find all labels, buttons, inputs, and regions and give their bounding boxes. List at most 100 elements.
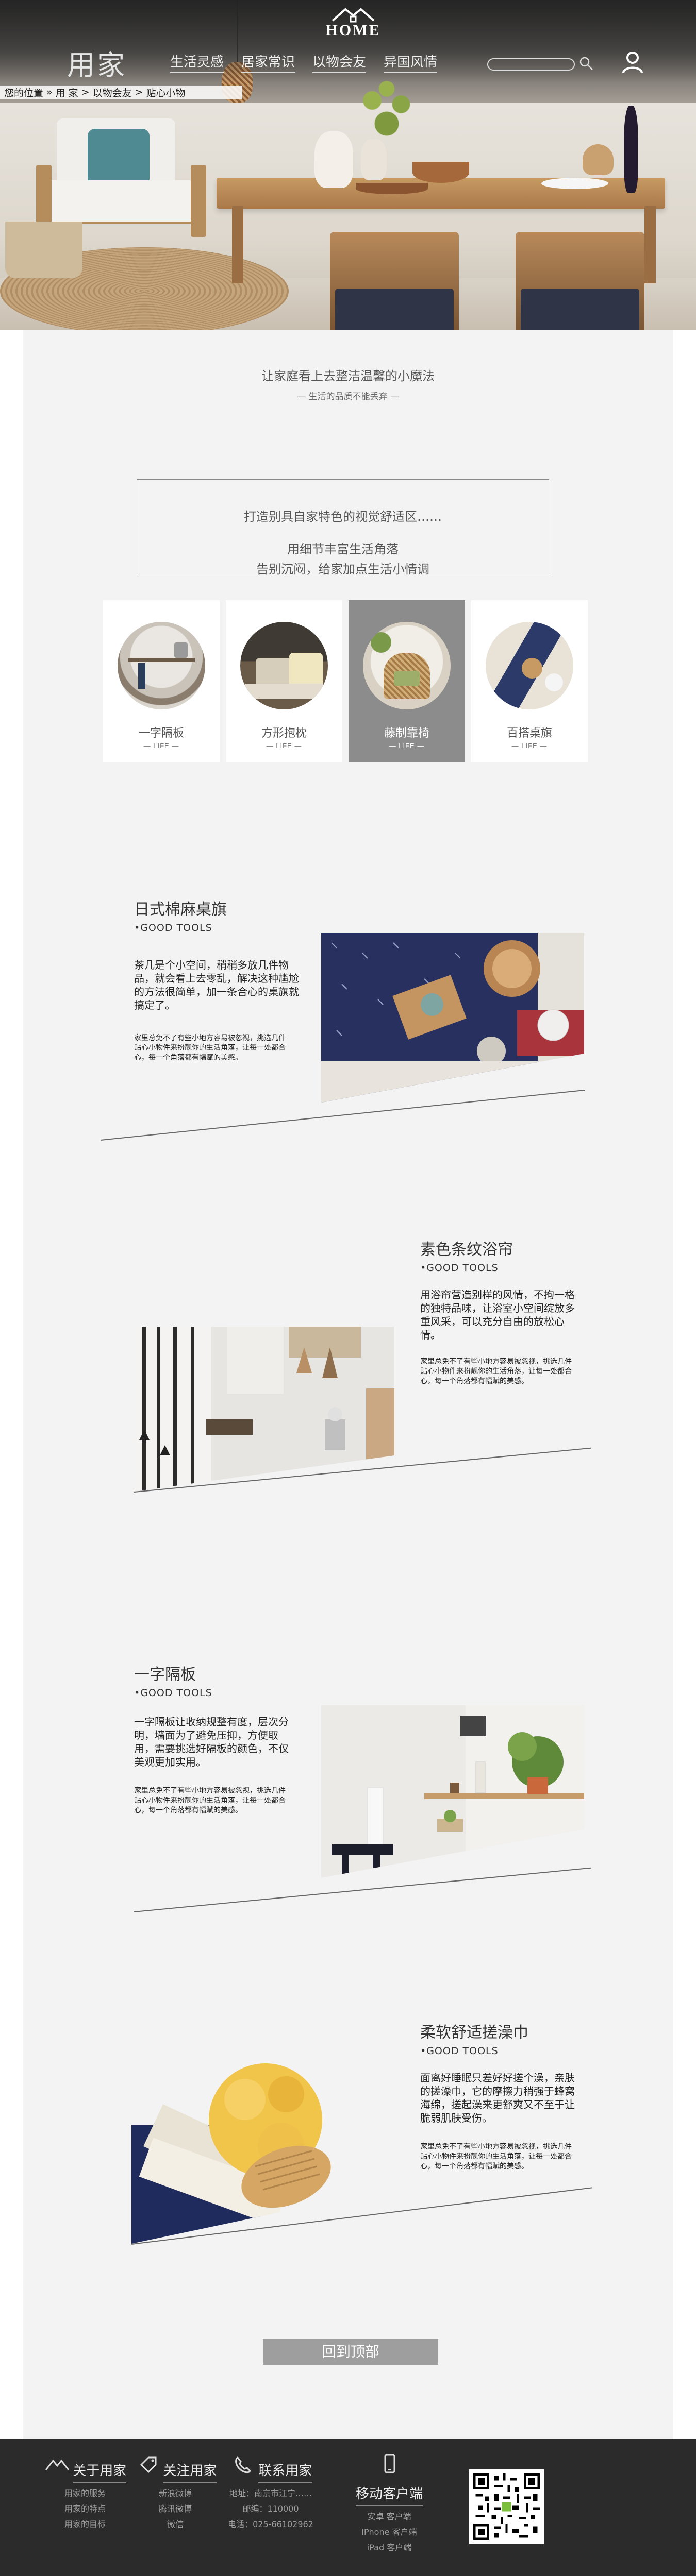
product-note: 家里总免不了有些小地方容易被忽视，挑选几件贴心小物件来扮靓你的生活角落，让每一处…: [420, 2143, 572, 2171]
footer-column-mobile: 移动客户端 安卓 客户端 iPhone 客户端 iPad 客户端: [343, 2454, 436, 2553]
footer-link[interactable]: 腾讯微博: [129, 2502, 222, 2514]
product-note: 家里总免不了有些小地方容易被忽视，挑选几件贴心小物件来扮靓你的生活角落，让每一处…: [420, 1358, 572, 1385]
category-name: 方形抱枕: [261, 727, 307, 740]
category-image: [118, 622, 205, 709]
breadcrumb-label: 您的位置: [4, 87, 44, 99]
category-name: 藤制靠椅: [384, 727, 429, 740]
hero-plant: [351, 77, 423, 155]
site-header: HOME 用家 生活灵感 居家常识 以物会友 异国风情 您的位置 » 用 家 >…: [0, 0, 696, 99]
category-name: 一字隔板: [138, 727, 184, 740]
mobile-icon: [384, 2454, 395, 2473]
site-footer: 关于用家 用家的服务 用家的特点 用家的目标 关注用家 新浪微博 腾讯微博 微信…: [0, 2439, 696, 2576]
category-tag: — LIFE —: [511, 742, 548, 750]
product-block-shelf: 一字隔板 •GOOD TOOLS 一字隔板让收纳规整有度，层次分明，墙面为了避免…: [134, 1662, 289, 1816]
footer-link: 电话：025-66102962: [228, 2519, 313, 2529]
site-logo[interactable]: HOME: [320, 5, 387, 39]
hero-bowl: [356, 183, 428, 194]
breadcrumb-category[interactable]: 以物会友: [93, 86, 132, 99]
qr-code: [469, 2469, 544, 2544]
footer-link[interactable]: 新浪微博: [129, 2486, 222, 2499]
user-icon[interactable]: [621, 50, 644, 74]
category-tag: — LIFE —: [143, 742, 179, 750]
search-input[interactable]: [487, 58, 575, 71]
breadcrumb: 您的位置 » 用 家 > 以物会友 > 贴心小物: [0, 86, 242, 99]
hero-jug: [314, 131, 353, 188]
hero-bowl: [412, 162, 469, 183]
footer-link[interactable]: iPhone 客户端: [343, 2525, 436, 2537]
product-subtitle: •GOOD TOOLS: [420, 2045, 499, 2057]
hero-bottle: [624, 106, 638, 193]
product-note: 家里总免不了有些小地方容易被忽视，挑选几件贴心小物件来扮靓你的生活角落，让每一处…: [134, 1034, 286, 1062]
hero-chair: [516, 232, 644, 330]
product-block-shower-curtain: 素色条纹浴帘 •GOOD TOOLS 用浴帘营造别样的风情，不拘一格的独特品味，…: [420, 1236, 580, 1386]
hero-table-leg: [644, 206, 656, 283]
hero-vase: [361, 139, 387, 180]
category-tag: — LIFE —: [266, 742, 302, 750]
footer-link[interactable]: 用家的目标: [39, 2517, 131, 2530]
nav-item-home-tips[interactable]: 居家常识: [241, 52, 295, 73]
category-tag: — LIFE —: [389, 742, 425, 750]
notice-line: 告别沉闷，给家加点生活小情调: [256, 562, 429, 577]
product-subtitle: •GOOD TOOLS: [134, 1687, 212, 1699]
category-cards: 一字隔板 — LIFE — 方形抱枕 — LIFE — 藤制靠椅 — LIFE …: [103, 600, 588, 762]
product-description: 一字隔板让收纳规整有度，层次分明，墙面为了避免压抑，方便取用，需要挑选好隔板的颜…: [134, 1716, 289, 1768]
product-block-table-runner: 日式棉麻桌旗 •GOOD TOOLS 茶几是个小空间，稍稍多放几件物品，就会看上…: [134, 896, 299, 1063]
brand-name[interactable]: 用家: [67, 42, 127, 83]
phone-icon: [235, 2456, 251, 2473]
hero-armchair: [36, 118, 206, 237]
product-title: 柔软舒适搓澡巾: [420, 2024, 528, 2042]
product-subtitle: •GOOD TOOLS: [134, 922, 212, 934]
product-title: 日式棉麻桌旗: [134, 901, 227, 919]
hero-chair: [330, 232, 459, 330]
footer-heading: 移动客户端: [355, 2483, 423, 2506]
main-content: 让家庭看上去整洁温馨的小魔法 — 生活的品质不能丢弃 — 打造别具自家特色的视觉…: [23, 330, 673, 2439]
footer-column-contact: 联系用家 地址：南京市江宁…… 邮编：110000 电话：025-6610296…: [224, 2454, 317, 2530]
intro-title: 让家庭看上去整洁温馨的小魔法: [261, 369, 435, 383]
product-title: 素色条纹浴帘: [420, 1241, 513, 1259]
hero-basket: [5, 222, 82, 278]
footer-link[interactable]: 微信: [129, 2517, 222, 2530]
category-image: [363, 622, 451, 709]
footer-link[interactable]: 用家的服务: [39, 2486, 131, 2499]
footer-heading: 联系用家: [258, 2460, 312, 2483]
hero-table-leg: [232, 206, 243, 283]
product-note: 家里总免不了有些小地方容易被忽视，挑选几件贴心小物件来扮靓你的生活角落，让每一处…: [134, 1787, 286, 1815]
category-image: [240, 622, 328, 709]
footer-column-follow: 关注用家 新浪微博 腾讯微博 微信: [129, 2454, 222, 2530]
notice-line: 用细节丰富生活角落: [287, 542, 399, 556]
nav-item-exotic[interactable]: 异国风情: [384, 52, 438, 73]
notice-line: 打造别具自家特色的视觉舒适区……: [244, 510, 442, 524]
footer-link[interactable]: 地址：南京市江宁……: [224, 2486, 317, 2499]
category-card-pillow[interactable]: 方形抱枕 — LIFE —: [226, 600, 342, 762]
footer-link[interactable]: iPad 客户端: [343, 2540, 436, 2553]
house-icon: [45, 2459, 69, 2470]
footer-link[interactable]: 安卓 客户端: [343, 2510, 436, 2522]
breadcrumb-separator: >: [135, 87, 143, 98]
footer-heading: 关于用家: [73, 2460, 127, 2483]
category-card-table-runner[interactable]: 百搭桌旗 — LIFE —: [471, 600, 588, 762]
product-image-table-runner: [321, 933, 584, 1103]
breadcrumb-home[interactable]: 用 家: [56, 86, 78, 99]
category-card-shelf[interactable]: 一字隔板 — LIFE —: [103, 600, 220, 762]
product-image-shelf: [321, 1705, 584, 1878]
product-title: 一字隔板: [134, 1666, 196, 1684]
footer-heading: 关注用家: [163, 2460, 217, 2483]
footer-link[interactable]: 用家的特点: [39, 2502, 131, 2514]
hero-plate: [541, 178, 608, 189]
category-card-rattan-chair[interactable]: 藤制靠椅 — LIFE —: [349, 600, 465, 762]
nav-item-inspiration[interactable]: 生活灵感: [170, 52, 224, 73]
tag-icon: [140, 2456, 157, 2473]
roof-icon: [332, 8, 375, 23]
hero-bread-basket: [583, 144, 614, 175]
product-image-bath-towel: [131, 2038, 400, 2244]
nav-item-make-friends[interactable]: 以物会友: [312, 52, 367, 73]
product-subtitle: •GOOD TOOLS: [420, 1262, 499, 1274]
product-block-bath-towel: 柔软舒适搓澡巾 •GOOD TOOLS 面离好睡眠只差好好搓个澡，亲肤的搓澡巾，…: [420, 2020, 580, 2172]
notice-box: 打造别具自家特色的视觉舒适区…… 用细节丰富生活角落 告别沉闷，给家加点生活小情…: [137, 479, 549, 577]
product-description: 茶几是个小空间，稍稍多放几件物品，就会看上去零乱，解决这种尴尬的方法很简单，加一…: [134, 959, 299, 1011]
search-icon[interactable]: [578, 56, 594, 71]
breadcrumb-separator: »: [46, 87, 53, 98]
product-image-shower-curtain: [134, 1327, 394, 1492]
intro-subtitle: — 生活的品质不能丢弃 —: [297, 392, 399, 402]
back-to-top-button[interactable]: 回到顶部: [263, 2339, 438, 2365]
